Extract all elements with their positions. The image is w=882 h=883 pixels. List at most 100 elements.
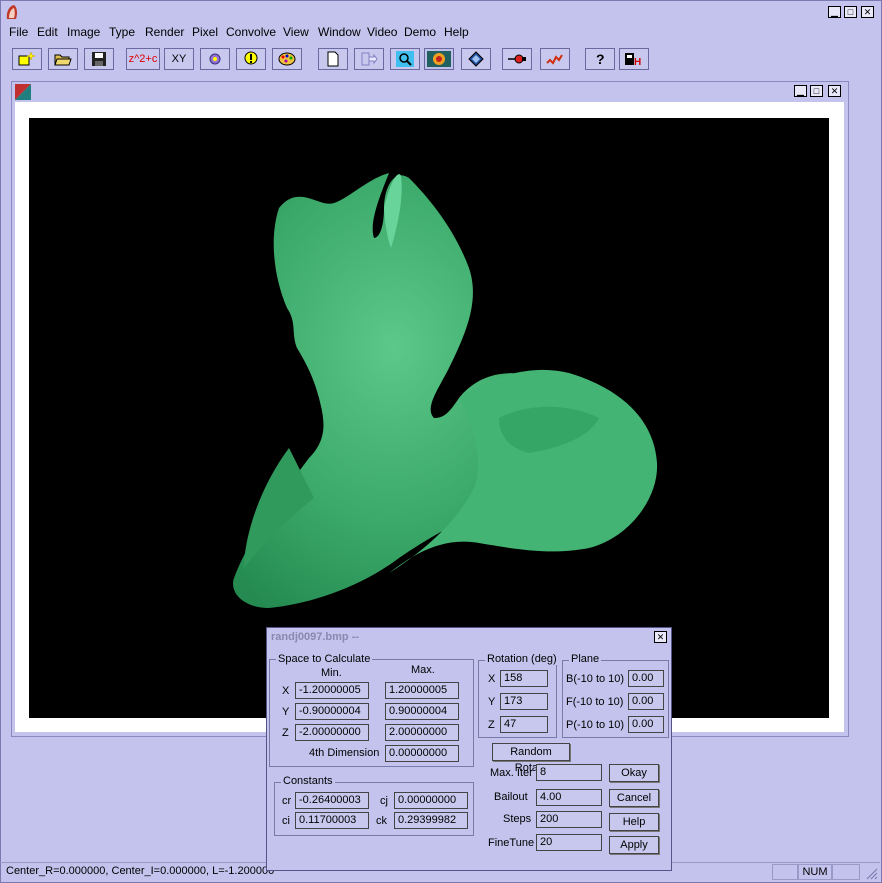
pin-button[interactable] — [502, 48, 532, 70]
fourth-dimension-field[interactable]: 0.00000000 — [385, 745, 459, 762]
menu-render[interactable]: Render — [145, 25, 184, 39]
rotation-x-label: X — [488, 673, 496, 685]
fractal-render-icon — [427, 51, 451, 67]
doc-close-icon[interactable]: ✕ — [828, 85, 841, 97]
menu-demo[interactable]: Demo — [404, 25, 436, 39]
bailout-field[interactable]: 4.00 — [536, 789, 602, 806]
dragon-button[interactable] — [540, 48, 570, 70]
document-icon — [327, 51, 339, 67]
diamond-icon — [468, 51, 484, 67]
z-min-field[interactable]: -2.00000000 — [295, 724, 369, 741]
palette-icon — [278, 52, 296, 66]
new-icon — [18, 51, 36, 66]
apply-button[interactable]: Apply — [609, 836, 659, 854]
minimize-icon[interactable]: ▁ — [828, 6, 841, 18]
ck-label: ck — [376, 815, 387, 827]
svg-text:H: H — [634, 57, 641, 67]
render-button[interactable] — [424, 48, 454, 70]
menu-image[interactable]: Image — [67, 25, 100, 39]
settings-button[interactable] — [200, 48, 230, 70]
menu-convolve[interactable]: Convolve — [226, 25, 276, 39]
y-min-field[interactable]: -0.90000004 — [295, 703, 369, 720]
export-icon — [361, 52, 378, 66]
diamond-button[interactable] — [461, 48, 491, 70]
menu-pixel[interactable]: Pixel — [192, 25, 218, 39]
plane-group-label: Plane — [569, 653, 602, 665]
rotation-z-label: Z — [488, 719, 495, 731]
finetune-field[interactable]: 20 — [536, 834, 602, 851]
lightbulb-icon — [244, 51, 258, 65]
space-group-label: Space to Calculate — [276, 653, 373, 665]
plane-b-field[interactable]: 0.00 — [628, 670, 664, 687]
open-button[interactable] — [48, 48, 78, 70]
dialog-close-icon[interactable]: ✕ — [654, 631, 667, 643]
cr-label: cr — [282, 795, 292, 807]
plane-b-label: B(-10 to 10) — [566, 673, 625, 685]
cancel-button[interactable]: Cancel — [609, 789, 659, 807]
plane-p-field[interactable]: 0.00 — [628, 716, 664, 733]
resize-grip-icon[interactable] — [864, 866, 878, 880]
ci-field[interactable]: 0.11700003 — [295, 812, 369, 829]
max-iter-label: Max. Iter — [490, 767, 533, 779]
menu-edit[interactable]: Edit — [37, 25, 58, 39]
constants-group-label: Constants — [281, 775, 335, 787]
x-min-field[interactable]: -1.20000005 — [295, 682, 369, 699]
y-label: Y — [282, 706, 290, 718]
menu-video[interactable]: Video — [367, 25, 397, 39]
formula-button[interactable]: z^2+c — [126, 48, 160, 70]
ck-field[interactable]: 0.29399982 — [394, 812, 468, 829]
rotation-x-field[interactable]: 158 — [500, 670, 548, 687]
rotation-y-label: Y — [488, 696, 496, 708]
cr-field[interactable]: -0.26400003 — [295, 792, 369, 809]
close-icon[interactable]: ✕ — [861, 6, 874, 18]
status-text: Center_R=0.000000, Center_I=0.000000, L=… — [6, 865, 275, 877]
status-indicator-scroll — [832, 864, 860, 880]
dragon-curve-icon — [546, 54, 563, 65]
steps-field[interactable]: 200 — [536, 811, 602, 828]
x-label: X — [282, 685, 290, 697]
x-max-field[interactable]: 1.20000005 — [385, 682, 459, 699]
y-max-field[interactable]: 0.90000004 — [385, 703, 459, 720]
doc-maximize-icon[interactable]: □ — [810, 85, 823, 97]
bailout-label: Bailout — [494, 791, 528, 803]
palette-button[interactable] — [272, 48, 302, 70]
svg-text:?: ? — [596, 51, 605, 67]
title-bar: ▁ □ ✕ — [0, 0, 880, 22]
menu-view[interactable]: View — [283, 25, 309, 39]
menu-file[interactable]: File — [9, 25, 28, 39]
new-document-button[interactable] — [318, 48, 348, 70]
help-button[interactable]: ? — [585, 48, 615, 70]
rotation-z-field[interactable]: 47 — [500, 716, 548, 733]
help-book-icon: H — [625, 53, 641, 67]
cj-field[interactable]: 0.00000000 — [394, 792, 468, 809]
rotation-y-field[interactable]: 173 — [500, 693, 548, 710]
save-button[interactable] — [84, 48, 114, 70]
z-max-field[interactable]: 2.00000000 — [385, 724, 459, 741]
z-label: Z — [282, 727, 289, 739]
okay-button[interactable]: Okay — [609, 764, 659, 782]
dialog-title: randj0097.bmp -- — [271, 631, 360, 643]
export-button[interactable] — [354, 48, 384, 70]
max-iter-field[interactable]: 8 — [536, 764, 602, 781]
maximize-icon[interactable]: □ — [844, 6, 857, 18]
pushpin-icon — [508, 54, 526, 64]
help-dialog-button[interactable]: Help — [609, 813, 659, 831]
menu-window[interactable]: Window — [318, 25, 361, 39]
rotation-group-label: Rotation (deg) — [485, 653, 559, 665]
status-indicator-num: NUM — [798, 864, 832, 880]
new-image-button[interactable] — [12, 48, 42, 70]
alert-button[interactable] — [236, 48, 266, 70]
menu-help[interactable]: Help — [444, 25, 469, 39]
menu-type[interactable]: Type — [109, 25, 135, 39]
random-rotate-button[interactable]: Random Rotate — [492, 743, 570, 774]
min-header: Min. — [321, 667, 342, 679]
doc-minimize-icon[interactable]: ▁ — [794, 85, 807, 97]
app-logo-icon — [5, 4, 19, 20]
zoom-button[interactable] — [390, 48, 420, 70]
plane-f-field[interactable]: 0.00 — [628, 693, 664, 710]
context-help-button[interactable]: H — [619, 48, 649, 70]
max-header: Max. — [411, 664, 435, 676]
ci-label: ci — [282, 815, 290, 827]
xy-button[interactable]: XY — [164, 48, 194, 70]
document-icon — [15, 84, 31, 100]
